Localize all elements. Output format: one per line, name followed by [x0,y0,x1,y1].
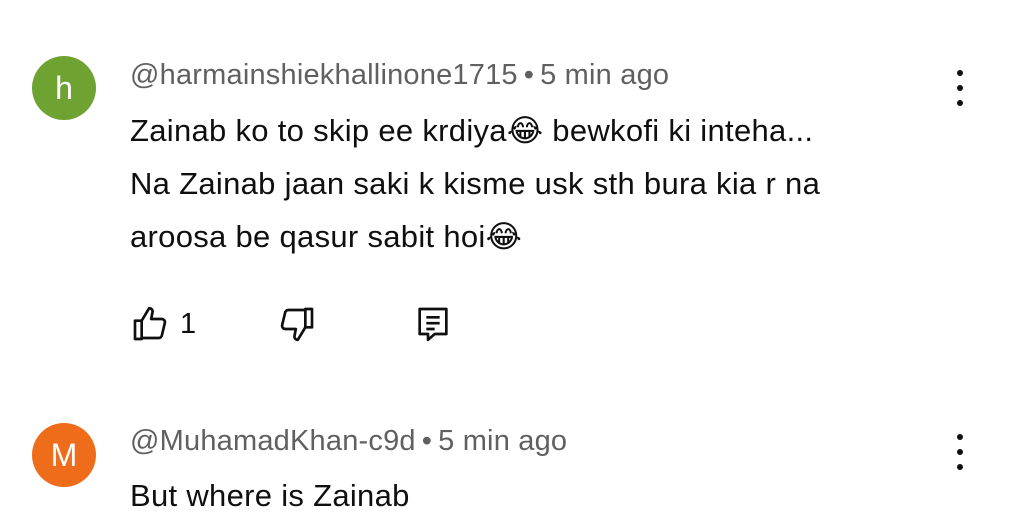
reply-icon [413,304,453,344]
comment-text-line: Na Zainab jaan saki k kisme usk sth bura… [130,166,821,201]
dislike-button[interactable] [277,302,317,346]
thumbs-down-icon [277,304,317,344]
more-vert-icon[interactable] [940,430,980,474]
like-button[interactable]: 1 [130,302,196,346]
comment-author[interactable]: @MuhamadKhan-c9d [130,425,416,457]
comment-text-line: But where is Zainab [130,478,410,513]
reply-button[interactable] [413,302,453,346]
comment-text: Zainab ko to skip ee krdiya😂 bewkofi ki … [130,104,930,263]
comment-item: h @harmainshiekhallinone1715 • 5 min ago Z… [0,0,1024,380]
comment-time: 5 min ago [438,425,568,457]
comment-text-line: aroosa be qasur sabit hoi😂 [130,219,523,254]
meta-separator: • [523,59,535,91]
more-vert-icon[interactable] [940,66,980,110]
comment-text: But where is Zainab [130,469,930,522]
like-count: 1 [180,307,197,340]
meta-separator: • [421,425,433,457]
thumbs-up-icon [130,304,170,344]
comment-author[interactable]: @harmainshiekhallinone1715 [130,59,518,91]
comment-item: M @MuhamadKhan-c9d • 5 min ago But where i… [0,380,1024,531]
avatar[interactable]: M [32,423,96,487]
comment-text-line: Zainab ko to skip ee krdiya😂 bewkofi ki … [130,113,814,148]
comment-time: 5 min ago [540,59,670,91]
comment-meta: @MuhamadKhan-c9d • 5 min ago [130,425,567,458]
avatar[interactable]: h [32,56,96,120]
comment-meta: @harmainshiekhallinone1715 • 5 min ago [130,59,669,92]
comment-actions: 1 [130,302,530,346]
